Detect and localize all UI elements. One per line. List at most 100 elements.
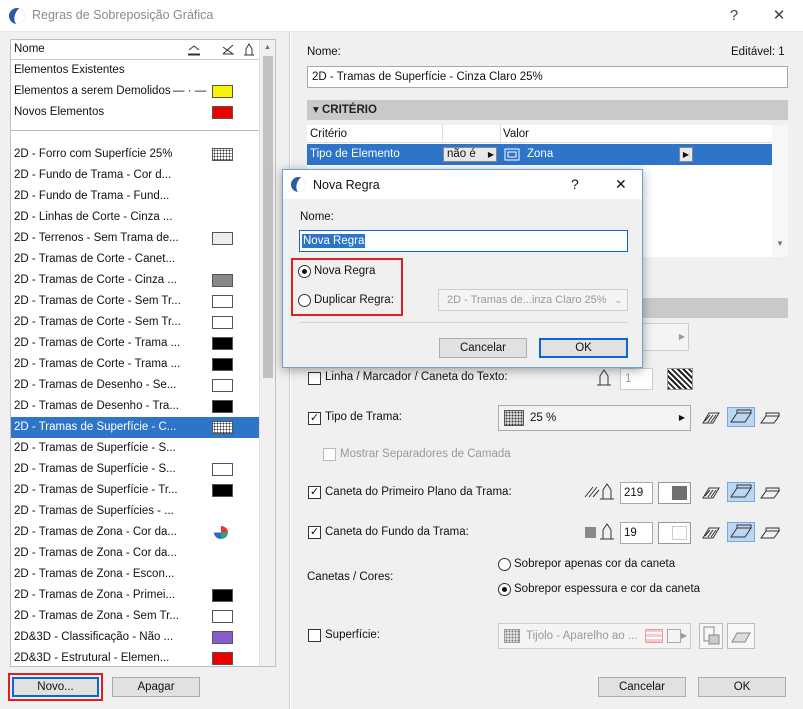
scroll-down-icon[interactable]: ▼ bbox=[776, 239, 784, 248]
fill-type-checkbox[interactable] bbox=[308, 412, 321, 425]
list-item[interactable]: 2D - Fundo de Trama - Cor d... bbox=[11, 165, 259, 186]
criteria-row[interactable]: Tipo de Elemento não é ▶ Zona ▶ bbox=[307, 144, 772, 165]
list-item-label: 2D - Tramas de Zona - Primei... bbox=[14, 589, 176, 601]
list-scrollbar[interactable]: ▲ bbox=[259, 40, 275, 666]
scroll-up-icon[interactable]: ▲ bbox=[264, 44, 271, 51]
value-cell[interactable]: Zona bbox=[527, 148, 553, 160]
list-item[interactable]: 2D - Tramas de Corte - Trama ... bbox=[11, 354, 259, 375]
rules-list[interactable]: Nome Elementos Existentes Elementos a ser… bbox=[10, 39, 276, 667]
fg-pen-color-swatch[interactable] bbox=[658, 482, 691, 504]
list-item[interactable]: 2D - Tramas de Zona - Cor da... bbox=[11, 522, 259, 543]
criterion-cell[interactable]: Tipo de Elemento bbox=[310, 148, 400, 160]
list-item[interactable]: 2D - Tramas de Zona - Primei... bbox=[11, 585, 259, 606]
list-item[interactable]: 2D - Tramas de Desenho - Se... bbox=[11, 375, 259, 396]
dialog-close-button[interactable]: ✕ bbox=[615, 176, 627, 193]
scroll-thumb[interactable] bbox=[263, 56, 273, 378]
list-item[interactable]: 2D - Tramas de Superfícies - ... bbox=[11, 501, 259, 522]
zone-icon bbox=[504, 148, 520, 161]
bg-pen-color-swatch[interactable] bbox=[658, 522, 691, 544]
dialog-cancel-button[interactable]: Cancelar bbox=[439, 338, 527, 358]
surface-picker-button[interactable] bbox=[699, 623, 723, 649]
list-item[interactable]: Elementos Existentes bbox=[11, 60, 259, 81]
operator-dropdown[interactable]: não é ▶ bbox=[443, 147, 497, 162]
list-item[interactable]: 2D - Tramas de Superfície - C... bbox=[11, 417, 259, 438]
section-fill-icon[interactable] bbox=[701, 485, 721, 501]
list-divider bbox=[11, 130, 259, 131]
surface-mode-button[interactable] bbox=[727, 623, 755, 649]
close-window-button[interactable]: ✕ bbox=[757, 4, 801, 28]
new-rule-radio[interactable] bbox=[298, 265, 311, 278]
fill-column-icon[interactable] bbox=[187, 44, 201, 56]
list-item[interactable]: 2D - Tramas de Corte - Sem Tr... bbox=[11, 312, 259, 333]
list-item[interactable]: 2D - Fundo de Trama - Fund... bbox=[11, 186, 259, 207]
criteria-section-header[interactable]: ▾ CRITÉRIO bbox=[307, 100, 788, 120]
list-item-swatch bbox=[212, 400, 233, 413]
list-item[interactable]: Elementos a serem Demolidos — · — bbox=[11, 81, 259, 102]
help-button[interactable]: ? bbox=[712, 4, 756, 28]
cover-fill-icon[interactable] bbox=[759, 410, 781, 426]
list-item[interactable]: 2D - Tramas de Zona - Cor da... bbox=[11, 543, 259, 564]
list-item[interactable]: 2D&3D - Estrutural - Elemen... bbox=[11, 648, 259, 666]
delete-rule-button[interactable]: Apagar bbox=[112, 677, 200, 697]
list-item[interactable]: Novos Elementos bbox=[11, 102, 259, 123]
cut-fill-button[interactable] bbox=[727, 407, 755, 427]
dialog-divider bbox=[299, 322, 628, 323]
list-item[interactable]: 2D - Tramas de Zona - Sem Tr... bbox=[11, 606, 259, 627]
ok-button[interactable]: OK bbox=[698, 677, 786, 697]
dialog-title: Nova Regra bbox=[313, 178, 380, 192]
line-marker-checkbox[interactable] bbox=[308, 372, 321, 385]
name-column-header[interactable]: Nome bbox=[14, 43, 45, 55]
surface-checkbox[interactable] bbox=[308, 629, 321, 642]
new-rule-button[interactable]: Novo... bbox=[12, 677, 99, 697]
show-separators-checkbox[interactable] bbox=[323, 448, 336, 461]
list-item[interactable]: 2D&3D - Classificação - Não ... bbox=[11, 627, 259, 648]
pen-column-icon[interactable] bbox=[243, 43, 255, 56]
section-fill-icon[interactable] bbox=[701, 525, 721, 541]
dialog-help-button[interactable]: ? bbox=[571, 176, 579, 192]
bg-pen-checkbox[interactable] bbox=[308, 526, 321, 539]
fill-type-dropdown[interactable]: 25 % ▶ bbox=[498, 405, 691, 431]
list-item[interactable]: 2D - Tramas de Corte - Trama ... bbox=[11, 333, 259, 354]
value-arrow-button[interactable]: ▶ bbox=[679, 147, 693, 162]
dialog-name-input[interactable]: Nova Regra bbox=[299, 230, 628, 252]
override-color-only-radio[interactable] bbox=[498, 558, 511, 571]
fg-pen-checkbox[interactable] bbox=[308, 486, 321, 499]
surface-dropdown[interactable]: Tijolo - Aparelho ao ... ▶ bbox=[498, 623, 691, 649]
list-item[interactable]: 2D - Tramas de Corte - Canet... bbox=[11, 249, 259, 270]
dialog-ok-button[interactable]: OK bbox=[539, 338, 628, 358]
list-item[interactable]: 2D - Tramas de Corte - Sem Tr... bbox=[11, 291, 259, 312]
line-pen-input[interactable]: 1 bbox=[620, 368, 653, 390]
section-fill-icon[interactable] bbox=[701, 410, 721, 426]
cut-fill-button[interactable] bbox=[727, 522, 755, 542]
list-item[interactable]: 2D - Tramas de Superfície - S... bbox=[11, 438, 259, 459]
fg-pen-input[interactable]: 219 bbox=[620, 482, 653, 504]
dialog-logo-icon bbox=[291, 177, 306, 192]
show-separators-label: Mostrar Separadores de Camada bbox=[340, 448, 511, 460]
list-item[interactable]: 2D - Tramas de Desenho - Tra... bbox=[11, 396, 259, 417]
cover-fill-icon[interactable] bbox=[759, 525, 781, 541]
list-item[interactable]: 2D - Forro com Superfície 25% bbox=[11, 144, 259, 165]
list-item[interactable]: 2D - Tramas de Corte - Cinza ... bbox=[11, 270, 259, 291]
list-item-label: 2D - Tramas de Zona - Cor da... bbox=[14, 526, 177, 538]
line-pattern-icon[interactable] bbox=[667, 368, 693, 390]
list-item[interactable]: 2D - Tramas de Zona - Escon... bbox=[11, 564, 259, 585]
cut-fill-button[interactable] bbox=[727, 482, 755, 502]
line-column-icon[interactable] bbox=[221, 43, 235, 56]
duplicate-rule-dropdown[interactable]: 2D - Tramas de...inza Claro 25% ⌄ bbox=[438, 289, 628, 311]
window-title: Regras de Sobreposição Gráfica bbox=[32, 8, 214, 22]
fill-pattern-icon bbox=[504, 410, 524, 426]
cancel-button[interactable]: Cancelar bbox=[598, 677, 686, 697]
criteria-scrollbar[interactable]: ▼ bbox=[772, 125, 788, 257]
bg-pen-input[interactable]: 19 bbox=[620, 522, 653, 544]
pens-colors-label: Canetas / Cores: bbox=[307, 571, 394, 583]
list-item[interactable]: 2D - Terrenos - Sem Trama de... bbox=[11, 228, 259, 249]
list-item[interactable]: 2D - Tramas de Superfície - Tr... bbox=[11, 480, 259, 501]
new-rule-radio-label: Nova Regra bbox=[314, 265, 376, 277]
rule-name-input[interactable]: 2D - Tramas de Superfície - Cinza Claro … bbox=[307, 66, 788, 88]
duplicate-rule-radio[interactable] bbox=[298, 294, 311, 307]
list-item-label: 2D - Tramas de Superfícies - ... bbox=[14, 505, 174, 517]
override-weight-color-radio[interactable] bbox=[498, 583, 511, 596]
list-item[interactable]: 2D - Tramas de Superfície - S... bbox=[11, 459, 259, 480]
cover-fill-icon[interactable] bbox=[759, 485, 781, 501]
list-item[interactable]: 2D - Linhas de Corte - Cinza ... bbox=[11, 207, 259, 228]
